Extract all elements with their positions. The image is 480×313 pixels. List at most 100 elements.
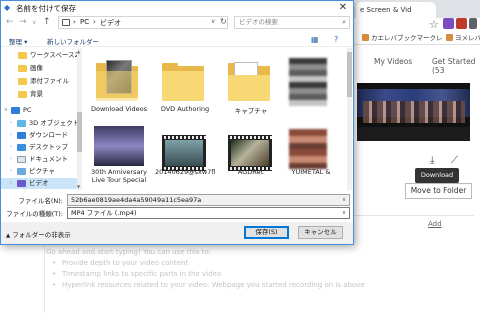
folder-icon bbox=[18, 91, 27, 98]
chevron-right-icon[interactable]: › bbox=[10, 178, 12, 189]
file-name: 20140629@sxw7fl bbox=[155, 168, 216, 176]
chevron-right-icon[interactable]: › bbox=[10, 166, 12, 177]
navigation-scrollbar[interactable]: ▲ ▼ bbox=[77, 48, 82, 190]
bookmark-item[interactable]: カエレバブックマークレ bbox=[362, 32, 443, 42]
file-item[interactable]: YUIMETAL & bbox=[281, 124, 341, 190]
file-name: DVD Authoring bbox=[160, 105, 210, 113]
address-bar[interactable]: › PC › ビデオ ∨ ↻ bbox=[58, 16, 228, 29]
breadcrumb-pc[interactable]: PC bbox=[80, 18, 89, 26]
file-name: 30th Anniversary Live Tour Special bbox=[91, 168, 147, 184]
bookmark-item[interactable]: ヨメレバ bbox=[446, 32, 480, 42]
scrollbar-thumb[interactable] bbox=[77, 112, 82, 152]
tree-item-videos[interactable]: › ビデオ bbox=[1, 178, 79, 189]
notes-item: Timestamp links to specific parts in the… bbox=[46, 269, 365, 280]
notes-item: Provide depth to your video content bbox=[46, 258, 365, 269]
search-placeholder: ビデオの検索 bbox=[239, 18, 278, 26]
file-item[interactable]: DVD Authoring bbox=[155, 53, 215, 119]
notes-placeholder[interactable]: Go ahead and start typing! You can use t… bbox=[46, 247, 365, 291]
file-name: YUIMETAL & bbox=[291, 168, 331, 176]
filename-value: 52b6ae0819ae4da4a59049a11c5ea97a bbox=[71, 196, 202, 204]
chevron-right-icon[interactable]: › bbox=[10, 154, 12, 165]
tree-item-folder[interactable]: 画像 bbox=[1, 63, 79, 74]
cancel-button[interactable]: キャンセル bbox=[298, 226, 343, 239]
tree-item-folder[interactable]: ワークスペース2 bbox=[1, 50, 79, 61]
filename-label: ファイル名(N): bbox=[18, 197, 63, 205]
chevron-down-icon[interactable]: ∨ bbox=[4, 105, 8, 116]
file-name: キャプチャ bbox=[234, 107, 268, 115]
filename-row: ファイル名(N): 52b6ae0819ae4da4a59049a11c5ea9… bbox=[1, 194, 353, 206]
file-item[interactable]: AGDRec bbox=[221, 124, 281, 190]
videos-icon bbox=[17, 180, 26, 187]
scroll-up-icon[interactable]: ▲ bbox=[77, 49, 80, 54]
file-list-scrollbar[interactable] bbox=[347, 48, 352, 190]
dialog-titlebar[interactable]: ◆ 名前を付けて保存 ✕ bbox=[1, 1, 353, 15]
new-folder-button[interactable]: 新しいフォルダー bbox=[47, 36, 99, 46]
notes-intro: Go ahead and start typing! You can use t… bbox=[46, 248, 212, 256]
filename-input[interactable]: 52b6ae0819ae4da4a59049a11c5ea97a ∨ bbox=[67, 194, 350, 206]
tree-item-documents[interactable]: › ドキュメント bbox=[1, 154, 79, 165]
video-file-icon bbox=[162, 135, 206, 171]
chevron-right-icon[interactable]: › bbox=[10, 142, 12, 153]
documents-icon bbox=[17, 156, 26, 163]
file-name: AGDRec bbox=[237, 168, 265, 176]
help-icon[interactable]: ? bbox=[334, 35, 338, 44]
tree-item-downloads[interactable]: › ダウンロード bbox=[1, 130, 79, 141]
tree-item-pictures[interactable]: › ピクチャ bbox=[1, 166, 79, 177]
file-list: Download Videos DVD Authoring キャプチャ 30th… bbox=[85, 48, 347, 190]
tree-item-folder[interactable]: 添付ファイル bbox=[1, 76, 79, 87]
browser-tab[interactable]: e Screen & Vid bbox=[356, 2, 436, 18]
search-input[interactable]: ビデオの検索 ⌕ bbox=[234, 16, 350, 29]
tab-get-started[interactable]: Get Started (53 bbox=[432, 57, 480, 75]
file-item[interactable] bbox=[281, 53, 341, 119]
stats-icon[interactable]: ⟋ bbox=[451, 155, 458, 166]
refresh-icon[interactable]: ↻ bbox=[220, 17, 227, 26]
up-icon[interactable]: ↑ bbox=[43, 17, 51, 28]
chevron-down-icon[interactable]: ∨ bbox=[32, 17, 36, 28]
scroll-down-icon[interactable]: ▼ bbox=[77, 184, 80, 189]
tree-item-desktop[interactable]: › デスクトップ bbox=[1, 142, 79, 153]
file-item[interactable]: 30th Anniversary Live Tour Special bbox=[89, 124, 149, 190]
tab-my-videos[interactable]: My Videos bbox=[374, 57, 412, 66]
file-item[interactable]: キャプチャ bbox=[221, 53, 281, 119]
folder-icon bbox=[18, 78, 27, 85]
extension-icon[interactable] bbox=[443, 18, 454, 29]
extension-icon[interactable] bbox=[456, 18, 467, 29]
video-file-icon bbox=[228, 135, 272, 171]
back-icon[interactable]: ← bbox=[6, 17, 14, 28]
download-icon[interactable]: ⤓ bbox=[430, 155, 434, 166]
move-to-folder-button[interactable]: Move to Folder bbox=[405, 183, 472, 199]
tree-item-pc[interactable]: ∨ PC bbox=[1, 105, 79, 116]
video-performers bbox=[363, 101, 465, 123]
file-item[interactable]: 20140629@sxw7fl bbox=[155, 124, 215, 190]
save-button[interactable]: 保存(S) bbox=[244, 226, 289, 239]
folder-icon bbox=[226, 58, 276, 103]
filetype-row: ファイルの種類(T): MP4 ファイル (.mp4) ∨ bbox=[1, 207, 353, 219]
close-icon[interactable]: ✕ bbox=[333, 1, 353, 15]
video-controls-bar bbox=[357, 127, 470, 141]
video-preview[interactable] bbox=[357, 83, 470, 141]
tree-item-folder[interactable]: 背景 bbox=[1, 89, 79, 100]
file-item[interactable]: Download Videos bbox=[89, 53, 149, 119]
scrollbar-thumb[interactable] bbox=[347, 52, 352, 97]
folder-icon bbox=[160, 58, 210, 103]
extension-icon[interactable] bbox=[469, 18, 477, 29]
chevron-down-icon[interactable]: ∨ bbox=[211, 18, 215, 25]
view-options-icon[interactable]: ▦ bbox=[311, 35, 319, 44]
bookmark-icon bbox=[446, 34, 453, 41]
chevron-down-icon[interactable]: ∨ bbox=[342, 195, 346, 205]
hide-folders-toggle[interactable]: ▲ フォルダーの非表示 bbox=[6, 229, 71, 239]
forward-icon[interactable]: → bbox=[19, 17, 27, 28]
add-link[interactable]: Add bbox=[428, 220, 442, 228]
organize-button[interactable]: 整理 ▾ bbox=[9, 36, 27, 46]
filetype-select[interactable]: MP4 ファイル (.mp4) ∨ bbox=[67, 207, 350, 219]
tree-item-3d-objects[interactable]: › 3D オブジェクト bbox=[1, 118, 79, 129]
chevron-right-icon[interactable]: › bbox=[10, 118, 12, 129]
chevron-right-icon[interactable]: › bbox=[10, 130, 12, 141]
chevron-down-icon[interactable]: ∨ bbox=[342, 208, 346, 218]
filetype-value: MP4 ファイル (.mp4) bbox=[71, 209, 137, 217]
breadcrumb-separator: › bbox=[93, 18, 96, 26]
folder-icon bbox=[18, 65, 27, 72]
folder-icon bbox=[94, 58, 144, 103]
breadcrumb-video[interactable]: ビデオ bbox=[100, 18, 121, 28]
chevron-up-icon: ▲ bbox=[6, 233, 11, 239]
